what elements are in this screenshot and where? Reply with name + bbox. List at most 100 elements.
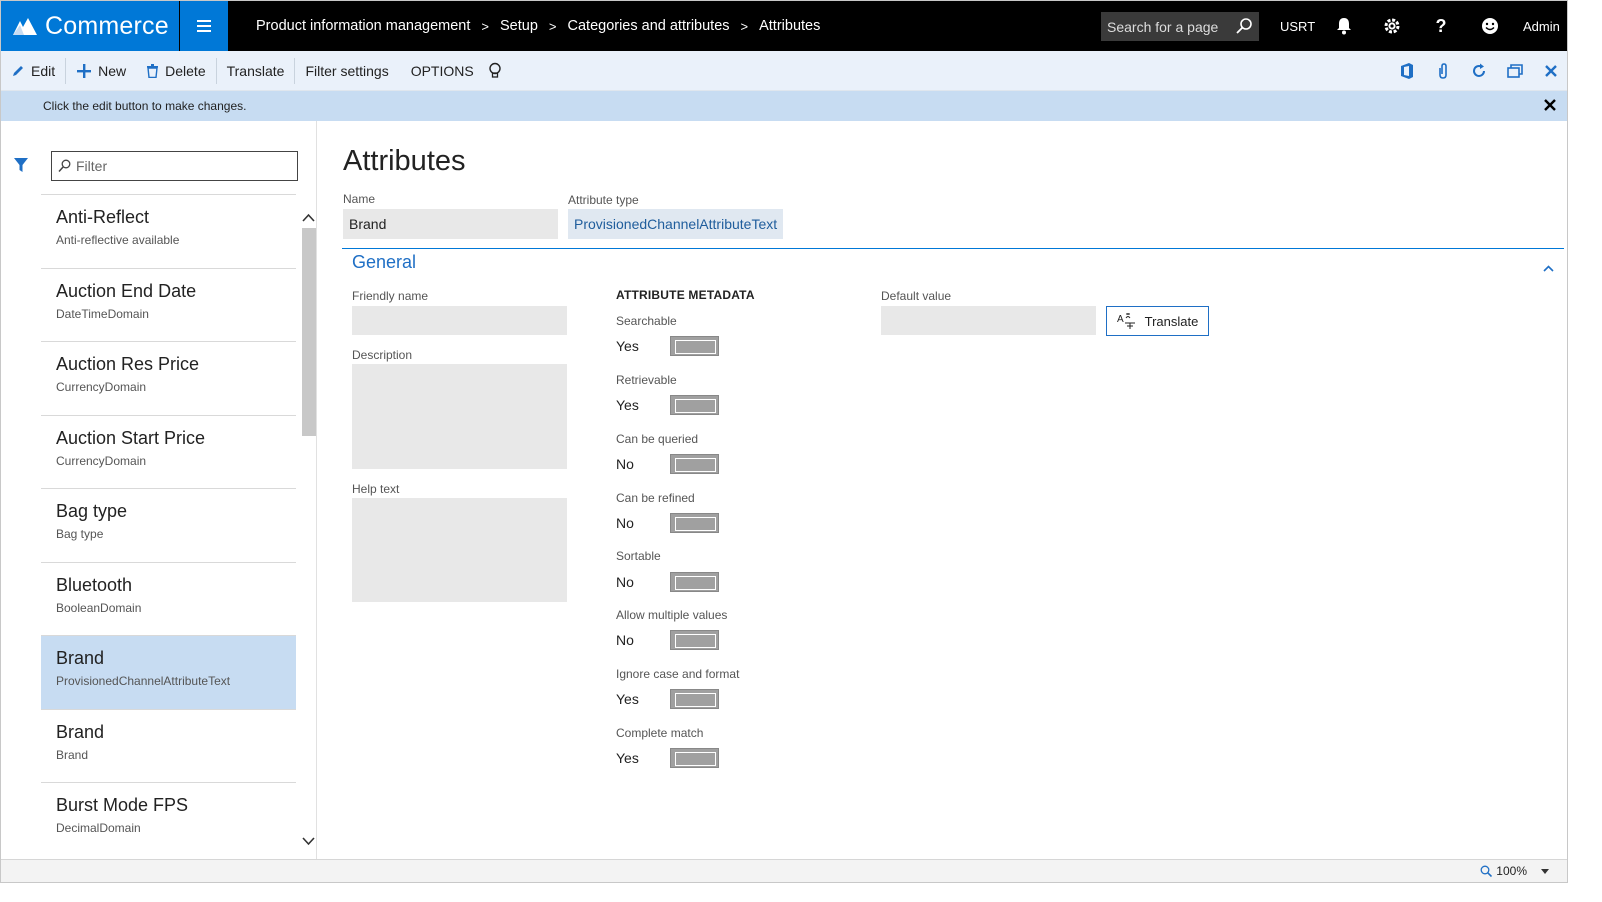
list-item[interactable]: Auction End Date DateTimeDomain (41, 267, 296, 342)
list-item-subtitle: Anti-reflective available (56, 233, 180, 247)
office-icon[interactable] (1389, 51, 1425, 91)
edit-label: Edit (31, 62, 56, 79)
name-field[interactable]: Brand (343, 209, 558, 239)
retrievable-label: Retrievable (616, 373, 677, 387)
attribute-type-label: Attribute type (568, 193, 639, 207)
dismiss-message-icon[interactable] (1543, 98, 1557, 115)
chevron-up-icon[interactable] (1543, 259, 1554, 277)
ignore-case-label: Ignore case and format (616, 667, 740, 681)
navigation-menu-button[interactable] (180, 1, 228, 51)
list-item-subtitle: Brand (56, 747, 89, 762)
filter-input[interactable]: Filter (51, 151, 298, 181)
company-picker[interactable]: USRT (1280, 1, 1315, 51)
search-icon (58, 159, 71, 176)
list-item-title: Auction End Date (56, 280, 197, 301)
filter-funnel-icon[interactable] (13, 157, 29, 178)
search-placeholder: Search for a page (1107, 18, 1219, 35)
retrievable-toggle[interactable] (670, 395, 719, 415)
translate-button[interactable]: A Translate (1106, 306, 1209, 336)
svg-text:?: ? (1436, 16, 1447, 36)
new-button[interactable]: New (66, 51, 136, 91)
list-item[interactable]: Brand Brand (41, 708, 296, 783)
breadcrumb: Product information management > Setup >… (256, 1, 820, 51)
can-be-queried-toggle[interactable] (670, 454, 719, 474)
chevron-right-icon: > (548, 18, 557, 34)
breadcrumb-item[interactable]: Attributes (759, 18, 820, 34)
list-item-title: Bag type (56, 501, 128, 521)
help-text-field[interactable] (352, 498, 567, 602)
list-item[interactable]: Auction Res Price CurrencyDomain (41, 341, 296, 415)
action-pane-right-tools (1389, 51, 1567, 91)
default-value-field[interactable] (881, 306, 1096, 335)
delete-label: Delete (165, 62, 206, 79)
allow-multiple-values-value: No (616, 632, 634, 648)
breadcrumb-item[interactable]: Categories and attributes (568, 18, 730, 34)
breadcrumb-item[interactable]: Product information management (256, 18, 470, 34)
complete-match-value: Yes (616, 750, 639, 766)
list-item-subtitle: Bag type (56, 527, 104, 541)
user-menu[interactable]: Admin (1523, 1, 1560, 51)
svg-text:A: A (1117, 314, 1124, 325)
complete-match-toggle[interactable] (670, 748, 719, 768)
allow-multiple-values-label: Allow multiple values (616, 608, 728, 622)
ignore-case-toggle[interactable] (670, 689, 719, 709)
list-item-subtitle: DateTimeDomain (56, 306, 149, 321)
attribute-list: Anti-Reflect Anti-reflective available A… (41, 194, 296, 859)
general-section-header[interactable]: General (352, 252, 416, 273)
help-text-label: Help text (352, 482, 400, 496)
searchable-label: Searchable (616, 314, 677, 328)
list-item-selected[interactable]: Brand ProvisionedChannelAttributeText (41, 635, 296, 709)
list-item[interactable]: Bluetooth BooleanDomain (41, 561, 296, 636)
retrievable-value: Yes (616, 397, 639, 413)
lightbulb-icon[interactable] (484, 51, 512, 91)
bell-icon[interactable] (1334, 16, 1354, 36)
list-item[interactable]: Auction Start Price CurrencyDomain (41, 414, 296, 489)
name-label: Name (343, 192, 376, 206)
section-divider (342, 248, 1564, 249)
sortable-toggle[interactable] (670, 572, 719, 592)
attachment-icon[interactable] (1425, 51, 1461, 91)
edit-button[interactable]: Edit (1, 51, 65, 91)
chevron-up-icon[interactable] (302, 209, 315, 227)
refresh-icon[interactable] (1461, 51, 1497, 91)
attribute-metadata-heading: ATTRIBUTE METADATA (616, 288, 755, 302)
list-item-subtitle: ProvisionedChannelAttributeText (56, 674, 231, 688)
can-be-refined-label: Can be refined (616, 491, 695, 505)
friendly-name-field[interactable] (352, 306, 567, 335)
list-item-title: Brand (56, 648, 105, 668)
list-item-title: Auction Res Price (56, 354, 200, 374)
breadcrumb-item[interactable]: Setup (500, 18, 538, 34)
options-tab[interactable]: OPTIONS (399, 51, 484, 91)
list-item[interactable]: Burst Mode FPS DecimalDomain (41, 782, 296, 856)
chevron-down-icon[interactable] (302, 833, 315, 851)
ignore-case-value: Yes (616, 691, 639, 707)
allow-multiple-values-toggle[interactable] (670, 630, 719, 650)
list-item[interactable]: Bag type Bag type (41, 488, 296, 562)
action-pane: Edit New Delete Translate Filter setting… (1, 51, 1567, 91)
delete-button[interactable]: Delete (136, 51, 215, 91)
filter-settings-button[interactable]: Filter settings (295, 51, 398, 91)
app-brand[interactable]: Commerce (1, 1, 179, 51)
translate-button-label: Translate (1144, 313, 1199, 329)
can-be-refined-toggle[interactable] (670, 513, 719, 533)
zoom-control[interactable]: 100% (1480, 864, 1549, 878)
message-bar: Click the edit button to make changes. (1, 91, 1567, 121)
translate-toolbar-button[interactable]: Translate (217, 51, 295, 91)
list-item[interactable]: Anti-Reflect Anti-reflective available (41, 194, 296, 268)
attribute-type-link[interactable]: ProvisionedChannelAttributeText (568, 209, 783, 239)
app-frame: Commerce Product information management … (0, 0, 1568, 883)
description-field[interactable] (352, 364, 567, 469)
list-scrollbar-thumb[interactable] (302, 228, 316, 436)
open-new-window-icon[interactable] (1497, 51, 1533, 91)
gear-icon[interactable] (1382, 16, 1402, 36)
complete-match-label: Complete match (616, 726, 704, 740)
chevron-down-icon[interactable] (1541, 868, 1549, 874)
close-icon[interactable] (1533, 51, 1567, 91)
search-icon[interactable] (1235, 17, 1253, 35)
zoom-level: 100% (1496, 864, 1527, 878)
page-search-input[interactable]: Search for a page (1101, 12, 1259, 41)
searchable-toggle[interactable] (670, 336, 719, 356)
dynamics-logo-icon (13, 18, 37, 35)
smiley-feedback-icon[interactable] (1480, 16, 1500, 36)
help-icon[interactable]: ? (1431, 16, 1451, 36)
